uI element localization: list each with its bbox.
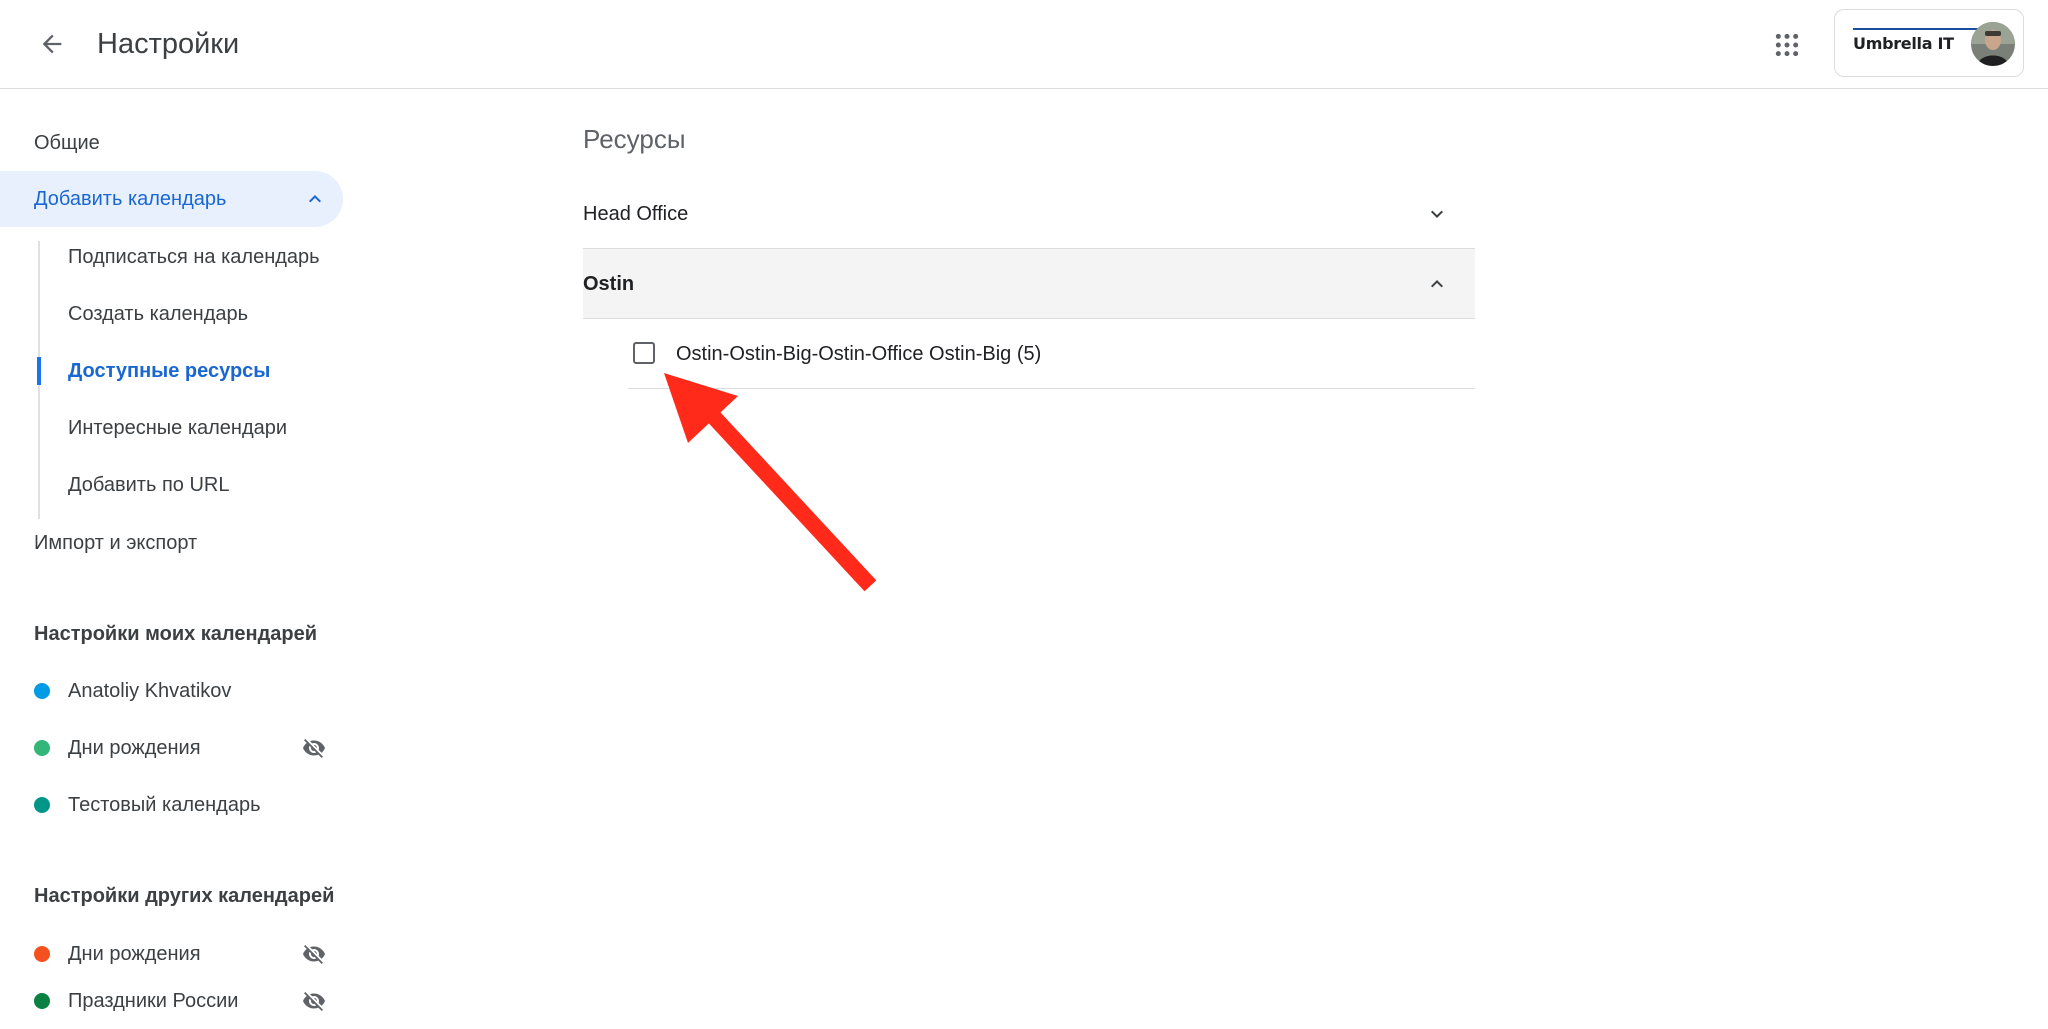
nav-add-calendar[interactable]: Добавить календарь xyxy=(0,171,343,227)
visibility-off-icon[interactable] xyxy=(302,736,326,760)
org-logo-text: Umbrella IT xyxy=(1853,34,1954,53)
calendar-color-dot xyxy=(34,993,50,1009)
top-bar: Настройки Umbrella IT xyxy=(0,0,2048,89)
chevron-up-icon xyxy=(1431,280,1443,288)
subnav-interesting[interactable]: Интересные календари xyxy=(68,400,287,456)
arrow-back-icon xyxy=(42,34,62,54)
chevron-down-icon xyxy=(1431,210,1443,218)
subnav-available-resources[interactable]: Доступные ресурсы xyxy=(68,343,270,399)
resource-item: Ostin-Ostin-Big-Ostin-Office Ostin-Big (… xyxy=(628,319,1475,389)
resource-group-head-office[interactable]: Head Office xyxy=(583,179,1475,249)
calendar-label: Дни рождения xyxy=(68,737,201,759)
subnav-add-by-url-label: Добавить по URL xyxy=(68,474,230,496)
resource-group-label: Ostin xyxy=(583,273,635,295)
nav-add-calendar-label: Добавить календарь xyxy=(34,188,227,210)
resource-group-label: Head Office xyxy=(583,203,689,225)
account-switcher[interactable]: Umbrella IT xyxy=(1834,9,2024,77)
resource-group-ostin[interactable]: Ostin xyxy=(583,249,1475,319)
my-calendar-item[interactable]: Тестовый календарь xyxy=(34,777,334,833)
calendar-label: Тестовый календарь xyxy=(68,794,261,816)
settings-sidebar: Общие Добавить календарь Подписаться на … xyxy=(0,89,400,1021)
chevron-up-icon xyxy=(309,195,321,203)
nav-general-label: Общие xyxy=(34,132,100,154)
avatar[interactable] xyxy=(1971,22,2015,66)
resource-label: Ostin-Ostin-Big-Ostin-Office Ostin-Big (… xyxy=(676,343,1042,365)
calendar-color-dot xyxy=(34,946,50,962)
subnav-available-resources-label: Доступные ресурсы xyxy=(68,360,271,382)
apps-grid-icon xyxy=(1775,33,1799,57)
page-title: Настройки xyxy=(97,28,240,60)
my-calendar-item[interactable]: Anatoliy Khvatikov xyxy=(34,663,334,719)
other-calendars-heading: Настройки других календарей xyxy=(34,885,335,907)
my-calendars-heading: Настройки моих календарей xyxy=(34,623,318,645)
calendar-label: Anatoliy Khvatikov xyxy=(68,680,232,702)
back-button[interactable] xyxy=(28,24,76,64)
google-apps-button[interactable] xyxy=(1766,24,1808,66)
calendar-color-dot xyxy=(34,683,50,699)
org-logo: Umbrella IT xyxy=(1853,28,1987,53)
subnav-create[interactable]: Создать календарь xyxy=(68,286,248,342)
nav-import-export[interactable]: Импорт и экспорт xyxy=(0,515,197,571)
subnav-active-indicator xyxy=(37,357,41,385)
calendar-color-dot xyxy=(34,797,50,813)
subnav-add-by-url[interactable]: Добавить по URL xyxy=(68,457,229,513)
nav-general[interactable]: Общие xyxy=(0,115,100,171)
section-title: Ресурсы xyxy=(583,124,686,154)
visibility-off-icon[interactable] xyxy=(302,942,326,966)
subnav-create-label: Создать календарь xyxy=(68,303,249,325)
nav-import-export-label: Импорт и экспорт xyxy=(34,532,198,554)
subnav-subscribe[interactable]: Подписаться на календарь xyxy=(68,229,320,285)
user-photo-icon xyxy=(1971,22,2015,66)
resource-checkbox[interactable] xyxy=(633,342,655,364)
subnav-subscribe-label: Подписаться на календарь xyxy=(68,246,320,268)
subnav-interesting-label: Интересные календари xyxy=(68,417,288,439)
my-calendar-item[interactable]: Дни рождения xyxy=(34,720,334,776)
calendar-color-dot xyxy=(34,740,50,756)
annotation-arrow-shaft xyxy=(700,403,877,592)
visibility-off-icon[interactable] xyxy=(302,989,326,1013)
